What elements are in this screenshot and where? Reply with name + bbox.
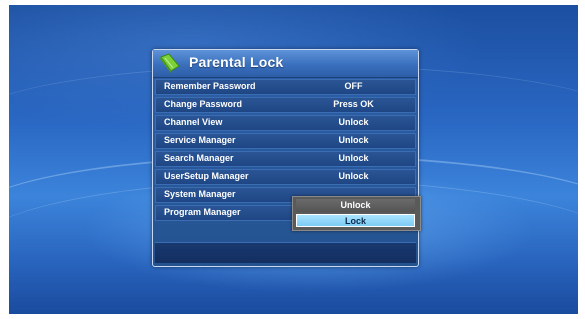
setting-row-change-password[interactable]: Change Password Press OK [155,97,416,113]
setting-value: Unlock [338,135,369,145]
setting-label: Remember Password [164,81,256,91]
dialog-footer [155,242,416,263]
setting-label: System Manager [164,189,236,199]
setting-row-channel-view[interactable]: Channel View Unlock [155,115,416,131]
setting-value: Press OK [333,99,374,109]
green-book-icon [160,53,180,73]
setting-value: OFF [344,81,363,91]
lock-option-dropdown[interactable]: Unlock Lock [292,196,421,231]
setting-value: Unlock [338,171,369,181]
setting-row-service-manager[interactable]: Service Manager Unlock [155,133,416,149]
setting-row-usersetup-manager[interactable]: UserSetup Manager Unlock [155,169,416,185]
setting-label: UserSetup Manager [164,171,249,181]
parental-lock-dialog: Parental Lock Remember Password OFF Chan… [152,49,419,267]
dropdown-option-unlock[interactable]: Unlock [296,199,415,212]
setting-label: Channel View [164,117,223,127]
setting-row-search-manager[interactable]: Search Manager Unlock [155,151,416,167]
setting-label: Service Manager [164,135,236,145]
setting-label: Program Manager [164,207,241,217]
dropdown-option-lock-selected[interactable]: Lock [296,214,415,227]
setting-label: Search Manager [164,153,234,163]
setting-row-remember-password[interactable]: Remember Password OFF [155,79,416,95]
dialog-title: Parental Lock [189,54,284,70]
dialog-header: Parental Lock [153,50,418,78]
setting-value: Unlock [338,153,369,163]
setting-label: Change Password [164,99,243,109]
setting-value: Unlock [338,117,369,127]
